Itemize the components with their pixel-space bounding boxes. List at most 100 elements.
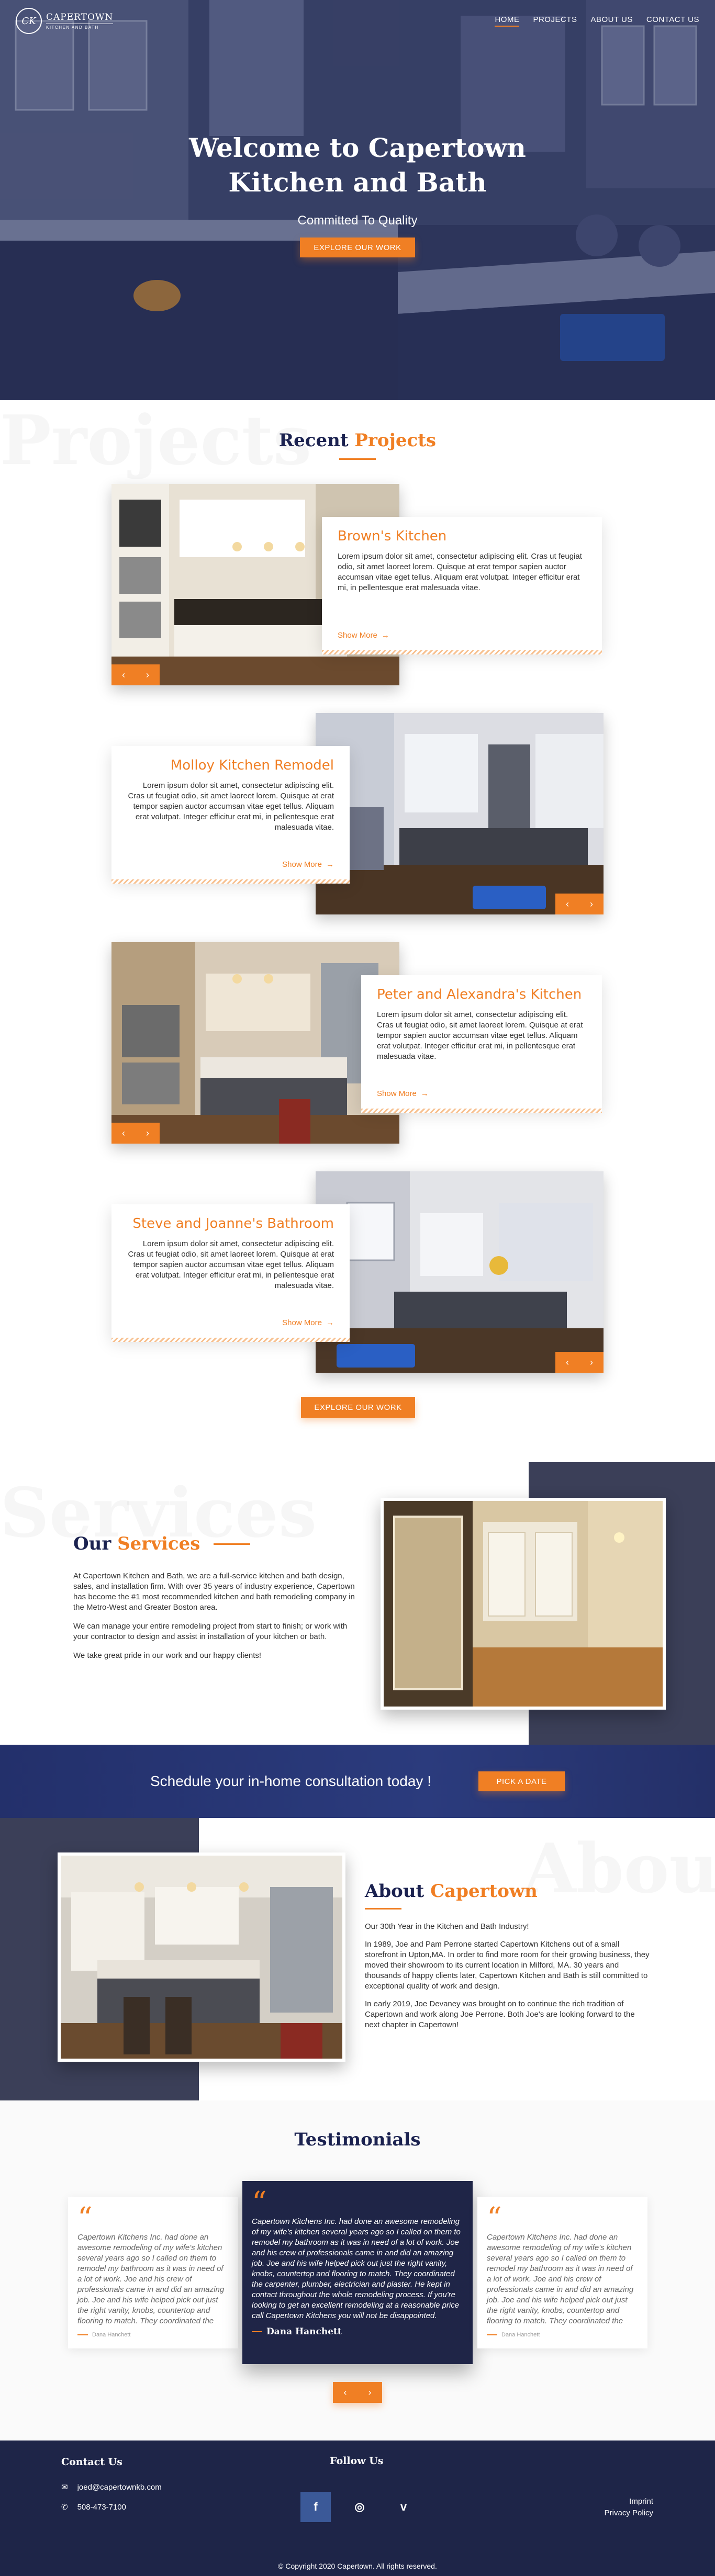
services-text: At Capertown Kitchen and Bath, we are a … — [73, 1571, 361, 1669]
privacy-policy-link[interactable]: Privacy Policy — [605, 2507, 653, 2519]
show-more-link[interactable]: Show More → — [338, 631, 389, 640]
testimonial-text: Capertown Kitchens Inc. had done an awes… — [77, 2233, 225, 2325]
title-underline — [339, 458, 376, 460]
hero-title-line-1: Welcome to Capertown — [189, 132, 526, 163]
hero-title-line-2: Kitchen and Bath — [228, 167, 487, 198]
project-title[interactable]: Peter and Alexandra's Kitchen — [377, 987, 586, 1002]
services-section: Services Our Services At Capertown Kitch… — [0, 1462, 715, 1745]
about-image — [58, 1852, 345, 2062]
testimonials-title: Testimonials — [294, 2129, 421, 2150]
projects-title: Recent Projects — [0, 430, 715, 451]
project-description: Lorem ipsum dolor sit amet, consectetur … — [128, 1239, 334, 1290]
contact-heading: Contact Us — [61, 2456, 122, 2468]
project-description: Lorem ipsum dolor sit amet, consectetur … — [377, 1010, 583, 1061]
about-title-highlight: Capertown — [430, 1881, 538, 1902]
site-footer: Contact Us ✉ joed@capertownkb.com ✆ 508-… — [0, 2441, 715, 2576]
prev-arrow-icon[interactable]: ‹ — [555, 894, 579, 914]
services-paragraph: We take great pride in our work and our … — [73, 1651, 262, 1660]
project-4-carousel-arrows: ‹ › — [555, 1352, 604, 1373]
project-card: Molloy Kitchen Remodel Lorem ipsum dolor… — [111, 746, 350, 884]
facebook-icon[interactable]: f — [300, 2492, 331, 2522]
testimonial-text: Capertown Kitchens Inc. had done an awes… — [487, 2233, 634, 2325]
copyright-text: © Copyright 2020 Capertown. All rights r… — [278, 2562, 437, 2570]
nav-home-link[interactable]: HOME — [495, 15, 520, 27]
project-card: Brown's Kitchen Lorem ipsum dolor sit am… — [322, 517, 602, 654]
main-menu: HOME PROJECTS ABOUT US CONTACT US — [495, 15, 699, 27]
arrow-right-icon: → — [326, 1318, 334, 1327]
project-title[interactable]: Steve and Joanne's Bathroom — [127, 1216, 334, 1231]
show-more-label: Show More — [282, 860, 322, 869]
show-more-label: Show More — [282, 1318, 322, 1327]
pick-a-date-button[interactable]: PICK A DATE — [478, 1771, 565, 1791]
prev-arrow-icon[interactable]: ‹ — [555, 1352, 579, 1373]
logo-monogram: CK — [16, 8, 42, 34]
quote-icon: “ — [487, 2201, 502, 2235]
testimonial-card: “ Capertown Kitchens Inc. had done an aw… — [477, 2197, 647, 2348]
testimonial-text: Capertown Kitchens Inc. had done an awes… — [252, 2217, 461, 2320]
show-more-link[interactable]: Show More → — [282, 1318, 334, 1327]
phone-icon: ✆ — [61, 2503, 68, 2512]
brand-logo[interactable]: CK CAPERTOWN KITCHEN AND BATH — [16, 8, 114, 34]
prev-arrow-icon[interactable]: ‹ — [111, 1123, 136, 1144]
brand-tagline: KITCHEN AND BATH — [46, 24, 114, 30]
services-title-prefix: Our — [73, 1533, 111, 1554]
projects-title-prefix: Recent — [278, 430, 349, 451]
testimonial-card-featured: “ Capertown Kitchens Inc. had done an aw… — [242, 2181, 473, 2364]
about-text: Our 30th Year in the Kitchen and Bath In… — [365, 1922, 650, 2038]
hero-content: Welcome to Capertown Kitchen and Bath Co… — [0, 131, 715, 257]
nav-projects-link[interactable]: PROJECTS — [533, 15, 577, 27]
next-arrow-icon[interactable]: › — [136, 664, 160, 685]
project-title[interactable]: Molloy Kitchen Remodel — [127, 758, 334, 773]
project-image-steve-joanne-bathroom: ‹ › — [316, 1171, 604, 1373]
project-description: Lorem ipsum dolor sit amet, consectetur … — [128, 781, 334, 832]
hero-section: CK CAPERTOWN KITCHEN AND BATH HOME PROJE… — [0, 0, 715, 400]
legal-links: Imprint Privacy Policy — [605, 2496, 653, 2519]
show-more-link[interactable]: Show More → — [377, 1089, 429, 1098]
about-paragraph: In 1989, Joe and Pam Perrone started Cap… — [365, 1940, 650, 1991]
project-description: Lorem ipsum dolor sit amet, consectetur … — [338, 552, 582, 592]
title-underline — [214, 1543, 251, 1545]
top-navbar: CK CAPERTOWN KITCHEN AND BATH HOME PROJE… — [0, 0, 715, 42]
project-2-carousel-arrows: ‹ › — [555, 894, 604, 914]
arrow-right-icon: → — [420, 1089, 429, 1098]
prev-arrow-icon[interactable]: ‹ — [333, 2382, 358, 2403]
footer-phone[interactable]: ✆ 508-473-7100 — [61, 2502, 126, 2512]
about-ghost-text: About — [523, 1828, 715, 1908]
projects-section: Projects Recent Projects ‹› Brown's Kitc… — [0, 400, 715, 1462]
instagram-icon[interactable]: ◎ — [344, 2492, 375, 2522]
nav-about-link[interactable]: ABOUT US — [590, 15, 632, 27]
explore-work-button-bottom[interactable]: EXPLORE OUR WORK — [301, 1397, 415, 1418]
project-3-carousel-arrows: ‹ › — [111, 1123, 160, 1144]
phone-text: 508-473-7100 — [77, 2502, 126, 2512]
next-arrow-icon[interactable]: › — [358, 2382, 382, 2403]
follow-heading: Follow Us — [330, 2455, 384, 2467]
vimeo-icon[interactable]: v — [388, 2492, 419, 2522]
imprint-link[interactable]: Imprint — [605, 2496, 653, 2507]
next-arrow-icon[interactable]: › — [136, 1123, 160, 1144]
about-title-prefix: About — [365, 1881, 424, 1902]
consultation-text: Schedule your in-home consultation today… — [150, 1773, 431, 1789]
next-arrow-icon[interactable]: › — [579, 1352, 604, 1373]
testimonial-carousel-arrows: ‹ › — [333, 2382, 382, 2403]
title-underline — [365, 1908, 401, 1910]
testimonial-author: Dana Hanchett — [487, 2332, 638, 2338]
show-more-label: Show More — [377, 1089, 417, 1098]
nav-contact-link[interactable]: CONTACT US — [646, 15, 699, 27]
show-more-link[interactable]: Show More → — [282, 860, 334, 869]
project-card: Steve and Joanne's Bathroom Lorem ipsum … — [111, 1204, 350, 1342]
envelope-icon: ✉ — [61, 2483, 68, 2492]
footer-email[interactable]: ✉ joed@capertownkb.com — [61, 2482, 162, 2492]
next-arrow-icon[interactable]: › — [579, 894, 604, 914]
project-title[interactable]: Brown's Kitchen — [338, 528, 586, 544]
project-card: Peter and Alexandra's Kitchen Lorem ipsu… — [361, 975, 602, 1113]
quote-icon: “ — [77, 2201, 93, 2235]
prev-arrow-icon[interactable]: ‹ — [111, 664, 136, 685]
explore-work-button[interactable]: EXPLORE OUR WORK — [300, 238, 415, 257]
services-image — [381, 1498, 666, 1710]
services-title-highlight: Services — [117, 1533, 200, 1554]
projects-title-highlight: Projects — [354, 430, 437, 451]
hero-title: Welcome to Capertown Kitchen and Bath — [0, 131, 715, 200]
testimonial-card: “ Capertown Kitchens Inc. had done an aw… — [68, 2197, 238, 2348]
project-image-peter-alexandra-kitchen: ‹ › — [111, 942, 399, 1144]
about-paragraph: In early 2019, Joe Devaney was brought o… — [365, 1999, 635, 2029]
